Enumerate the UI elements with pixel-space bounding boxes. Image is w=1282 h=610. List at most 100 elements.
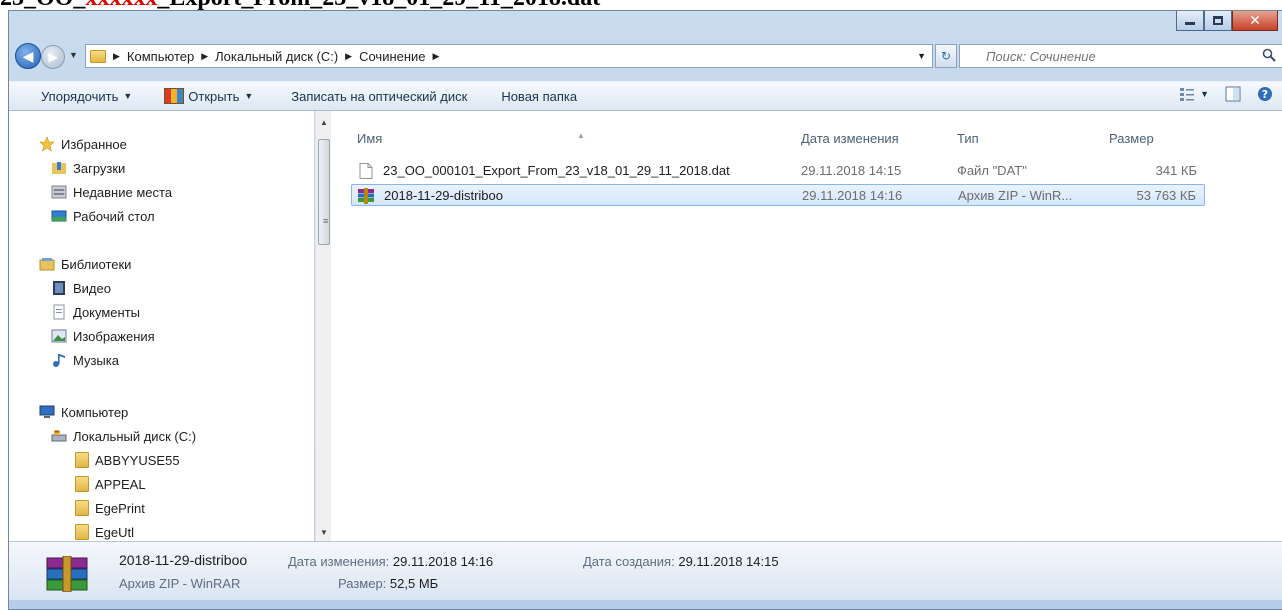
organize-label: Упорядочить <box>41 88 119 104</box>
column-type-label: Тип <box>957 131 979 146</box>
chevron-down-icon: ▼ <box>123 91 133 101</box>
column-type[interactable]: Тип <box>957 131 979 146</box>
open-button[interactable]: Открыть ▼ <box>164 85 253 107</box>
nav-video-label: Видео <box>73 280 111 296</box>
address-bar[interactable]: ▶ Компьютер ▶ Локальный диск (C:) ▶ Сочи… <box>85 44 933 68</box>
hard-drive-icon <box>51 430 67 442</box>
folder-icon <box>75 500 89 516</box>
file-type: Файл "DAT" <box>957 163 1027 178</box>
file-name: 23_OO_000101_Export_From_23_v18_01_29_11… <box>383 163 730 178</box>
folder-label: APPEAL <box>95 476 146 492</box>
explorer-window: ✕ ◀ ▶ ▼ ▶ Компьютер ▶ Локальный диск (C:… <box>8 10 1282 610</box>
nav-favorites[interactable]: Избранное <box>39 133 127 155</box>
address-dropdown-button[interactable]: ▼ <box>917 51 926 61</box>
nav-pictures[interactable]: Изображения <box>51 325 155 347</box>
details-pane: 2018-11-29-distriboo Дата изменения: 29.… <box>9 541 1282 600</box>
chevron-down-icon[interactable]: ▼ <box>1200 89 1209 99</box>
close-icon: ✕ <box>1249 12 1261 29</box>
search-icon[interactable] <box>1262 48 1276 62</box>
details-modified: Дата изменения: 29.11.2018 14:16 <box>288 554 494 569</box>
sort-ascending-icon: ▲ <box>577 131 585 140</box>
chevron-down-icon: ▼ <box>244 91 254 101</box>
folder-icon <box>75 452 89 468</box>
minimize-button[interactable] <box>1176 11 1204 31</box>
folder-label: EgeUtl <box>95 524 135 540</box>
organize-button[interactable]: Упорядочить ▼ <box>41 85 132 107</box>
preview-pane-icon[interactable] <box>1225 86 1241 102</box>
file-size: 53 763 КБ <box>1136 188 1196 203</box>
nav-local-disk[interactable]: Локальный диск (C:) <box>51 425 196 447</box>
arrow-left-icon: ◀ <box>22 47 34 64</box>
column-date[interactable]: Дата изменения <box>801 131 899 146</box>
folder-icon <box>90 49 106 63</box>
folder-label: ABBYYUSE55 <box>95 452 180 468</box>
open-label: Открыть <box>188 88 240 104</box>
close-button[interactable]: ✕ <box>1232 11 1278 31</box>
view-options-icon[interactable] <box>1179 86 1195 102</box>
refresh-button[interactable]: ↻ <box>935 44 957 68</box>
svg-text:?: ? <box>1262 88 1268 101</box>
help-icon[interactable]: ? <box>1257 86 1273 102</box>
nav-computer[interactable]: Компьютер <box>39 401 128 423</box>
nav-documents[interactable]: Документы <box>51 301 140 323</box>
scroll-down-icon[interactable]: ▼ <box>316 525 332 541</box>
chevron-right-icon[interactable]: ▶ <box>433 51 440 62</box>
column-size-label: Размер <box>1109 131 1154 146</box>
details-file-name: 2018-11-29-distriboo <box>119 552 248 568</box>
nav-desktop[interactable]: Рабочий стол <box>51 205 155 227</box>
nav-recent[interactable]: Недавние места <box>51 181 172 203</box>
address-row: ◀ ▶ ▼ ▶ Компьютер ▶ Локальный диск (C:) … <box>9 41 1282 71</box>
column-name[interactable]: Имя ▲ <box>357 131 585 146</box>
nav-documents-label: Документы <box>73 304 141 320</box>
chevron-right-icon[interactable]: ▶ <box>345 51 352 62</box>
scroll-up-icon[interactable]: ▲ <box>316 115 332 131</box>
breadcrumb-essay[interactable]: Сочинение <box>359 49 425 64</box>
chevron-right-icon[interactable]: ▶ <box>201 51 208 62</box>
file-name: 2018-11-29-distriboo <box>384 188 503 203</box>
maximize-button[interactable] <box>1204 11 1232 31</box>
back-button[interactable]: ◀ <box>15 43 41 69</box>
star-icon <box>39 136 55 152</box>
navigation-scrollbar[interactable]: ▲ ≡ ▼ <box>315 111 331 541</box>
new-folder-button[interactable]: Новая папка <box>501 85 577 107</box>
libraries-icon <box>39 258 55 271</box>
file-type: Архив ZIP - WinR... <box>958 188 1073 203</box>
details-created: Дата создания: 29.11.2018 14:15 <box>583 554 779 569</box>
nav-folder-appeal[interactable]: APPEAL <box>75 473 146 495</box>
folder-icon <box>75 524 89 540</box>
video-icon <box>53 281 65 295</box>
caption-buttons: ✕ <box>1176 11 1278 33</box>
burn-disc-button[interactable]: Записать на оптический диск <box>291 85 467 107</box>
nav-downloads[interactable]: Загрузки <box>51 157 125 179</box>
nav-pictures-label: Изображения <box>73 328 155 344</box>
recent-pages-dropdown[interactable]: ▼ <box>69 50 81 62</box>
scroll-thumb[interactable]: ≡ <box>318 139 330 245</box>
search-box[interactable] <box>959 44 1282 68</box>
nav-music-label: Музыка <box>73 352 119 368</box>
breadcrumb-computer[interactable]: Компьютер <box>127 49 194 64</box>
nav-folder-egeprint[interactable]: EgePrint <box>75 497 145 519</box>
chevron-right-icon[interactable]: ▶ <box>113 51 120 62</box>
nav-music[interactable]: Музыка <box>51 349 119 371</box>
burn-disc-label: Записать на оптический диск <box>291 88 468 104</box>
navigation-pane: Избранное Загрузки Недавние места Рабочи… <box>9 111 314 541</box>
file-row-selected[interactable]: 2018-11-29-distriboo 29.11.2018 14:16 Ар… <box>351 184 1205 206</box>
nav-desktop-label: Рабочий стол <box>73 208 155 224</box>
search-input[interactable] <box>986 48 1246 64</box>
forward-button[interactable]: ▶ <box>41 45 65 69</box>
file-date: 29.11.2018 14:15 <box>801 163 902 178</box>
nav-folder-abbyy[interactable]: ABBYYUSE55 <box>75 449 180 471</box>
breadcrumb-local-disk[interactable]: Локальный диск (C:) <box>215 49 338 64</box>
nav-folder-egeutl[interactable]: EgeUtl <box>75 521 134 543</box>
file-row[interactable]: 23_OO_000101_Export_From_23_v18_01_29_11… <box>351 160 1205 182</box>
folder-label: EgePrint <box>95 500 145 516</box>
document-heading: 23_OO_xxxxxx_Export_From_23_v18_01_29_11… <box>0 0 600 10</box>
nav-local-disk-label: Локальный диск (C:) <box>73 428 197 444</box>
downloads-folder-icon <box>52 162 66 174</box>
nav-libraries[interactable]: Библиотеки <box>39 253 131 275</box>
nav-recent-label: Недавние места <box>73 184 173 200</box>
nav-computer-label: Компьютер <box>61 404 129 420</box>
column-size[interactable]: Размер <box>1109 131 1154 146</box>
nav-libraries-label: Библиотеки <box>61 256 132 272</box>
nav-video[interactable]: Видео <box>51 277 111 299</box>
